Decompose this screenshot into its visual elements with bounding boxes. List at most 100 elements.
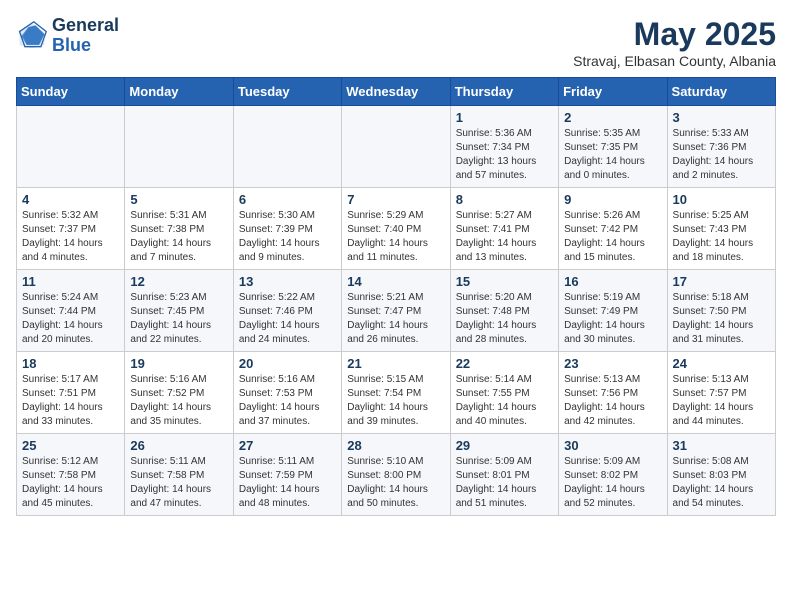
day-number: 8 xyxy=(456,192,553,207)
day-detail: Sunrise: 5:12 AM Sunset: 7:58 PM Dayligh… xyxy=(22,455,119,511)
day-number: 30 xyxy=(564,438,661,453)
day-detail: Sunrise: 5:15 AM Sunset: 7:54 PM Dayligh… xyxy=(347,373,444,429)
day-number: 10 xyxy=(673,192,770,207)
day-detail: Sunrise: 5:13 AM Sunset: 7:57 PM Dayligh… xyxy=(673,373,770,429)
day-number: 4 xyxy=(22,192,119,207)
day-detail: Sunrise: 5:24 AM Sunset: 7:44 PM Dayligh… xyxy=(22,291,119,347)
calendar-week-4: 18 Sunrise: 5:17 AM Sunset: 7:51 PM Dayli… xyxy=(17,352,776,434)
day-number: 2 xyxy=(564,110,661,125)
calendar-cell: 20 Sunrise: 5:16 AM Sunset: 7:53 PM Dayli… xyxy=(233,352,341,434)
calendar-cell: 24 Sunrise: 5:13 AM Sunset: 7:57 PM Dayli… xyxy=(667,352,775,434)
day-detail: Sunrise: 5:13 AM Sunset: 7:56 PM Dayligh… xyxy=(564,373,661,429)
calendar-cell: 19 Sunrise: 5:16 AM Sunset: 7:52 PM Dayli… xyxy=(125,352,233,434)
day-detail: Sunrise: 5:20 AM Sunset: 7:48 PM Dayligh… xyxy=(456,291,553,347)
day-number: 7 xyxy=(347,192,444,207)
calendar-cell: 6 Sunrise: 5:30 AM Sunset: 7:39 PM Daylig… xyxy=(233,188,341,270)
weekday-header-monday: Monday xyxy=(125,78,233,106)
calendar-cell xyxy=(125,106,233,188)
weekday-header-wednesday: Wednesday xyxy=(342,78,450,106)
month-title: May 2025 xyxy=(573,16,776,53)
day-number: 24 xyxy=(673,356,770,371)
day-detail: Sunrise: 5:09 AM Sunset: 8:01 PM Dayligh… xyxy=(456,455,553,511)
weekday-row: SundayMondayTuesdayWednesdayThursdayFrid… xyxy=(17,78,776,106)
day-detail: Sunrise: 5:14 AM Sunset: 7:55 PM Dayligh… xyxy=(456,373,553,429)
day-detail: Sunrise: 5:16 AM Sunset: 7:52 PM Dayligh… xyxy=(130,373,227,429)
calendar-cell xyxy=(342,106,450,188)
calendar-week-2: 4 Sunrise: 5:32 AM Sunset: 7:37 PM Daylig… xyxy=(17,188,776,270)
weekday-header-thursday: Thursday xyxy=(450,78,558,106)
calendar-cell: 29Sunrise: 5:09 AM Sunset: 8:01 PM Dayli… xyxy=(450,434,558,516)
logo-text: General Blue xyxy=(52,16,119,56)
calendar-cell: 28 Sunrise: 5:10 AM Sunset: 8:00 PM Dayli… xyxy=(342,434,450,516)
day-number: 21 xyxy=(347,356,444,371)
day-number: 15 xyxy=(456,274,553,289)
day-number: 26 xyxy=(130,438,227,453)
day-detail: Sunrise: 5:27 AM Sunset: 7:41 PM Dayligh… xyxy=(456,209,553,265)
day-number: 9 xyxy=(564,192,661,207)
day-detail: Sunrise: 5:09 AM Sunset: 8:02 PM Dayligh… xyxy=(564,455,661,511)
day-number: 25 xyxy=(22,438,119,453)
day-detail: Sunrise: 5:10 AM Sunset: 8:00 PM Dayligh… xyxy=(347,455,444,511)
calendar-cell: 18 Sunrise: 5:17 AM Sunset: 7:51 PM Dayli… xyxy=(17,352,125,434)
weekday-header-friday: Friday xyxy=(559,78,667,106)
day-number: 16 xyxy=(564,274,661,289)
day-number: 18 xyxy=(22,356,119,371)
day-detail: Sunrise: 5:26 AM Sunset: 7:42 PM Dayligh… xyxy=(564,209,661,265)
calendar-body: 1Sunrise: 5:36 AM Sunset: 7:34 PM Daylig… xyxy=(17,106,776,516)
day-detail: Sunrise: 5:23 AM Sunset: 7:45 PM Dayligh… xyxy=(130,291,227,347)
day-detail: Sunrise: 5:31 AM Sunset: 7:38 PM Dayligh… xyxy=(130,209,227,265)
calendar-cell: 22 Sunrise: 5:14 AM Sunset: 7:55 PM Dayli… xyxy=(450,352,558,434)
calendar-cell: 25 Sunrise: 5:12 AM Sunset: 7:58 PM Dayli… xyxy=(17,434,125,516)
day-number: 3 xyxy=(673,110,770,125)
day-detail: Sunrise: 5:17 AM Sunset: 7:51 PM Dayligh… xyxy=(22,373,119,429)
calendar-cell: 23 Sunrise: 5:13 AM Sunset: 7:56 PM Dayli… xyxy=(559,352,667,434)
logo-icon xyxy=(16,20,48,52)
day-detail: Sunrise: 5:22 AM Sunset: 7:46 PM Dayligh… xyxy=(239,291,336,347)
day-detail: Sunrise: 5:16 AM Sunset: 7:53 PM Dayligh… xyxy=(239,373,336,429)
day-number: 31 xyxy=(673,438,770,453)
day-detail: Sunrise: 5:25 AM Sunset: 7:43 PM Dayligh… xyxy=(673,209,770,265)
calendar-cell: 12Sunrise: 5:23 AM Sunset: 7:45 PM Dayli… xyxy=(125,270,233,352)
calendar-cell: 17Sunrise: 5:18 AM Sunset: 7:50 PM Dayli… xyxy=(667,270,775,352)
calendar-cell: 26 Sunrise: 5:11 AM Sunset: 7:58 PM Dayli… xyxy=(125,434,233,516)
calendar-table: SundayMondayTuesdayWednesdayThursdayFrid… xyxy=(16,77,776,516)
day-number: 27 xyxy=(239,438,336,453)
calendar-cell: 13 Sunrise: 5:22 AM Sunset: 7:46 PM Dayli… xyxy=(233,270,341,352)
day-detail: Sunrise: 5:36 AM Sunset: 7:34 PM Dayligh… xyxy=(456,127,553,183)
day-detail: Sunrise: 5:30 AM Sunset: 7:39 PM Dayligh… xyxy=(239,209,336,265)
day-number: 6 xyxy=(239,192,336,207)
weekday-header-saturday: Saturday xyxy=(667,78,775,106)
calendar-cell: 8 Sunrise: 5:27 AM Sunset: 7:41 PM Daylig… xyxy=(450,188,558,270)
day-detail: Sunrise: 5:29 AM Sunset: 7:40 PM Dayligh… xyxy=(347,209,444,265)
day-number: 28 xyxy=(347,438,444,453)
calendar-week-1: 1Sunrise: 5:36 AM Sunset: 7:34 PM Daylig… xyxy=(17,106,776,188)
calendar-cell: 5 Sunrise: 5:31 AM Sunset: 7:38 PM Daylig… xyxy=(125,188,233,270)
day-number: 5 xyxy=(130,192,227,207)
day-detail: Sunrise: 5:32 AM Sunset: 7:37 PM Dayligh… xyxy=(22,209,119,265)
day-detail: Sunrise: 5:11 AM Sunset: 7:59 PM Dayligh… xyxy=(239,455,336,511)
calendar-cell: 7 Sunrise: 5:29 AM Sunset: 7:40 PM Daylig… xyxy=(342,188,450,270)
calendar-header: SundayMondayTuesdayWednesdayThursdayFrid… xyxy=(17,78,776,106)
day-number: 14 xyxy=(347,274,444,289)
calendar-cell: 30 Sunrise: 5:09 AM Sunset: 8:02 PM Dayli… xyxy=(559,434,667,516)
calendar-cell: 14Sunrise: 5:21 AM Sunset: 7:47 PM Dayli… xyxy=(342,270,450,352)
calendar-cell: 15 Sunrise: 5:20 AM Sunset: 7:48 PM Dayli… xyxy=(450,270,558,352)
day-detail: Sunrise: 5:19 AM Sunset: 7:49 PM Dayligh… xyxy=(564,291,661,347)
day-detail: Sunrise: 5:35 AM Sunset: 7:35 PM Dayligh… xyxy=(564,127,661,183)
calendar-cell: 9 Sunrise: 5:26 AM Sunset: 7:42 PM Daylig… xyxy=(559,188,667,270)
day-number: 13 xyxy=(239,274,336,289)
calendar-cell: 21 Sunrise: 5:15 AM Sunset: 7:54 PM Dayli… xyxy=(342,352,450,434)
day-number: 20 xyxy=(239,356,336,371)
calendar-cell: 11 Sunrise: 5:24 AM Sunset: 7:44 PM Dayli… xyxy=(17,270,125,352)
calendar-cell: 2 Sunrise: 5:35 AM Sunset: 7:35 PM Daylig… xyxy=(559,106,667,188)
day-number: 11 xyxy=(22,274,119,289)
day-number: 23 xyxy=(564,356,661,371)
calendar-week-3: 11 Sunrise: 5:24 AM Sunset: 7:44 PM Dayli… xyxy=(17,270,776,352)
day-number: 22 xyxy=(456,356,553,371)
weekday-header-sunday: Sunday xyxy=(17,78,125,106)
day-number: 19 xyxy=(130,356,227,371)
calendar-cell: 1Sunrise: 5:36 AM Sunset: 7:34 PM Daylig… xyxy=(450,106,558,188)
calendar-cell: 4 Sunrise: 5:32 AM Sunset: 7:37 PM Daylig… xyxy=(17,188,125,270)
day-detail: Sunrise: 5:11 AM Sunset: 7:58 PM Dayligh… xyxy=(130,455,227,511)
day-number: 17 xyxy=(673,274,770,289)
